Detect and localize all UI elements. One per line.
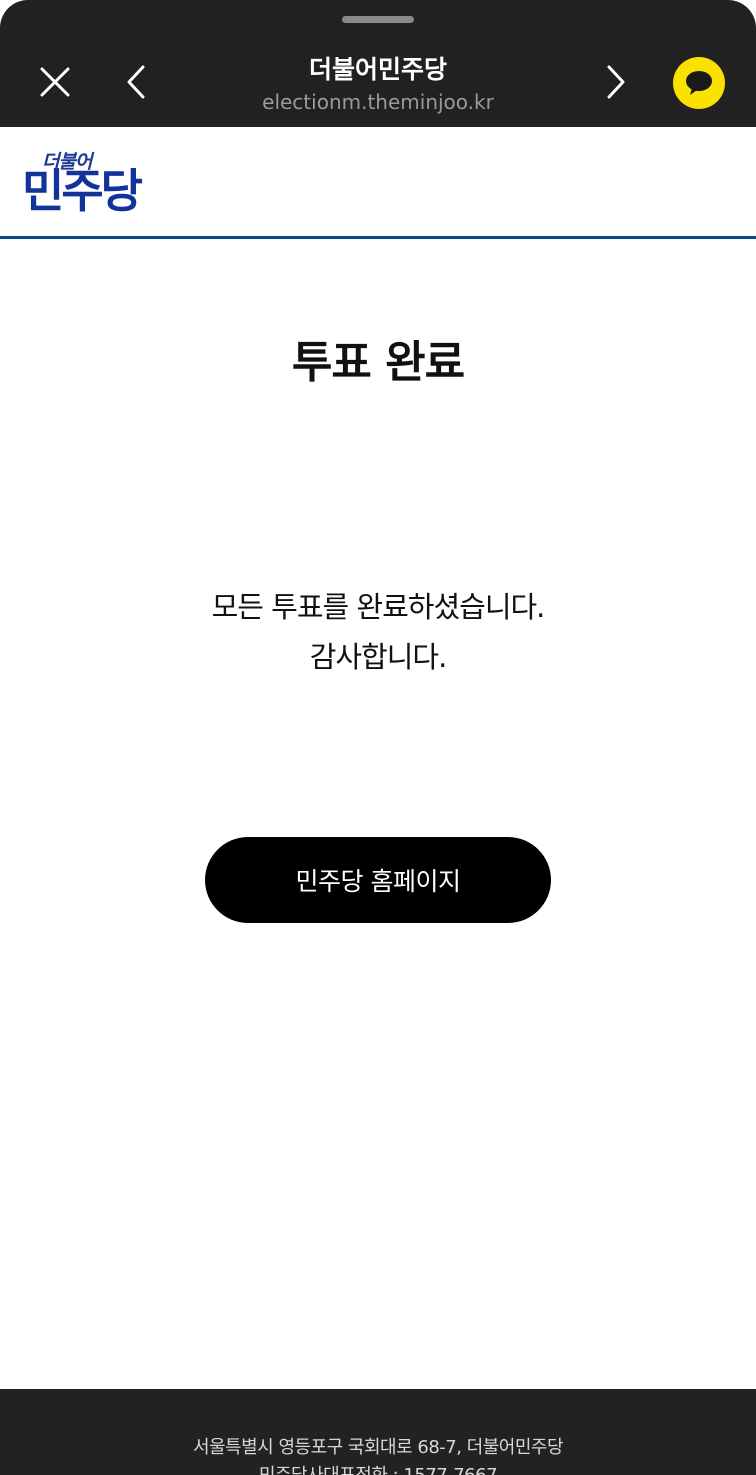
- message-line-1: 모든 투표를 완료하셨습니다.: [211, 590, 546, 624]
- minjoo-logo[interactable]: 더불어 민주당: [22, 147, 164, 221]
- logo-main-text: 민주당: [22, 164, 143, 218]
- site-header: 더불어 민주당: [0, 127, 756, 239]
- back-button[interactable]: [108, 54, 164, 110]
- browser-toolbar: 더불어민주당 electionm.theminjoo.kr: [0, 0, 756, 127]
- kakaotalk-button[interactable]: [673, 57, 725, 109]
- page-title: 투표 완료: [291, 337, 465, 388]
- message-line-2: 감사합니다.: [309, 640, 448, 674]
- drag-handle[interactable]: [342, 16, 414, 23]
- footer-address: 서울특별시 영등포구 국회대로 68-7, 더불어민주당: [192, 1437, 564, 1458]
- footer-phone: 민주당사대표전화 : 1577-7667: [0, 1461, 756, 1475]
- chevron-right-icon: [607, 65, 625, 99]
- completion-message: 모든 투표를 완료하셨습니다. 감사합니다.: [0, 582, 756, 682]
- close-icon: [40, 67, 70, 97]
- forward-button[interactable]: [588, 54, 644, 110]
- chevron-left-icon: [127, 65, 145, 99]
- site-footer: 서울특별시 영등포구 국회대로 68-7, 더불어민주당 민주당사대표전화 : …: [0, 1389, 756, 1475]
- homepage-button[interactable]: 민주당 홈페이지: [205, 837, 551, 923]
- browser-page-title: 더불어민주당: [308, 55, 447, 84]
- kakaotalk-icon: [686, 71, 712, 95]
- close-button[interactable]: [27, 54, 83, 110]
- browser-url: electionm.theminjoo.kr: [262, 90, 494, 114]
